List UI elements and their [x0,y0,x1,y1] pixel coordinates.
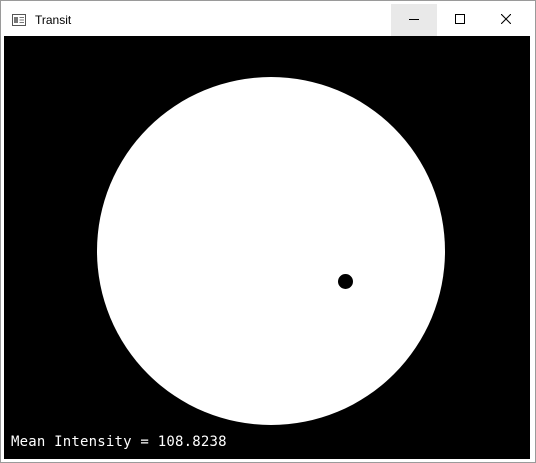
image-canvas[interactable]: Mean Intensity = 108.8238 [4,36,530,459]
minimize-button[interactable] [391,4,437,36]
minimize-icon [409,11,419,29]
mean-intensity-label: Mean Intensity = 108.8238 [11,434,227,450]
close-icon [500,11,512,29]
window-app-icon[interactable] [12,13,26,26]
title-bar[interactable]: Transit [4,4,530,36]
transit-window: Transit Mean Intensity = 108.8238 [4,4,530,459]
maximize-button[interactable] [437,4,483,36]
maximize-icon [455,11,465,29]
star-disk [97,77,445,425]
transiting-planet [338,274,353,289]
close-button[interactable] [483,4,529,36]
screenshot-frame: Transit Mean Intensity = 108.8238 [0,0,536,463]
window-title: Transit [35,13,72,27]
